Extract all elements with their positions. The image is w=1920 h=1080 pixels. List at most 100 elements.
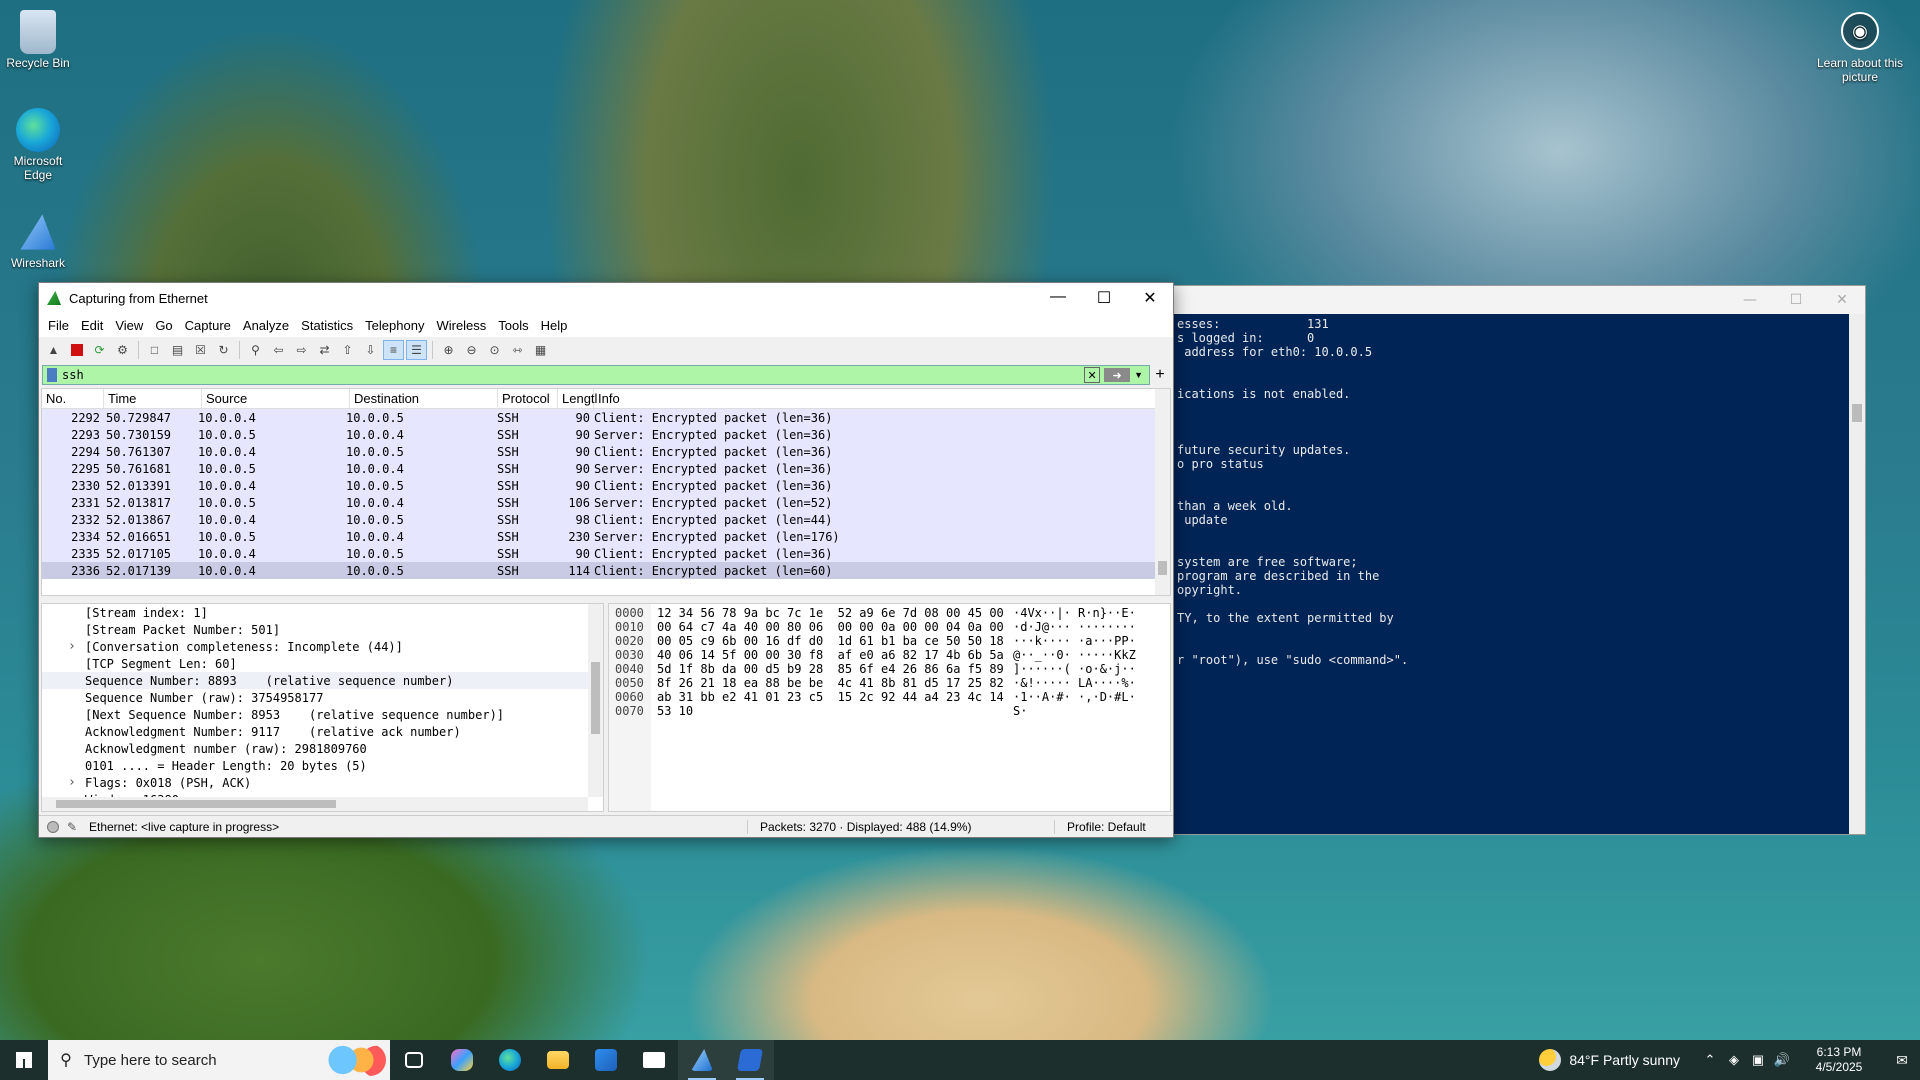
detail-row[interactable]: [Stream Packet Number: 501] [42, 621, 603, 638]
packet-row[interactable]: 2292 50.729847 10.0.0.4 10.0.0.5 SSH 90 Client… [42, 409, 1170, 426]
learn-about-picture[interactable]: ◉ Learn about this picture [1814, 12, 1906, 84]
find-packet-icon[interactable]: ⚲ [245, 340, 266, 360]
close-file-icon[interactable]: ☒ [190, 340, 211, 360]
shark-fin-start-icon[interactable]: ▲ [43, 340, 64, 360]
go-forward-icon[interactable]: ⇨ [291, 340, 312, 360]
maximize-icon[interactable]: ☐ [1081, 288, 1127, 308]
maximize-icon[interactable]: ☐ [1773, 292, 1819, 308]
chevron-down-icon[interactable]: ▼ [1134, 370, 1143, 380]
autoscroll-icon[interactable]: ≡ [383, 340, 404, 360]
bookmark-icon[interactable] [47, 368, 57, 382]
resize-columns-icon[interactable]: ⇿ [507, 340, 528, 360]
packet-list-scrollbar[interactable] [1155, 389, 1170, 595]
packet-bytes[interactable]: 0000 12 34 56 78 9a bc 7c 1e 52 a9 6e 7d … [608, 603, 1171, 812]
taskbar-search[interactable]: ⚲ Type here to search [48, 1040, 390, 1080]
wireshark-window[interactable]: Capturing from Ethernet — ☐ ✕ File Edit Vi… [38, 282, 1174, 838]
desktop-icon-wireshark[interactable]: Wireshark [4, 210, 72, 270]
minimize-icon[interactable]: — [1727, 292, 1773, 308]
column-header[interactable]: Protocol [498, 389, 558, 408]
meet-now-icon[interactable]: ◈ [1722, 1052, 1746, 1068]
display-filter-input[interactable]: ssh ✕ ➜ ▼ [42, 365, 1150, 385]
bytes-row[interactable]: 0020 00 05 c9 6b 00 16 df d0 1d 61 b1 ba … [609, 634, 1170, 648]
clock[interactable]: 6:13 PM 4/5/2025 [1800, 1045, 1878, 1075]
detail-row[interactable]: Acknowledgment number (raw): 2981809760 [42, 740, 603, 757]
column-header[interactable]: Info [594, 389, 1170, 408]
edit-comment-icon[interactable]: ✎ [67, 820, 81, 834]
taskbar-store[interactable] [582, 1040, 630, 1080]
close-icon[interactable]: ✕ [1127, 288, 1173, 308]
terminal-scrollbar[interactable] [1849, 314, 1865, 834]
bytes-row[interactable]: 0070 53 10 S· [609, 704, 1170, 718]
terminal-screen[interactable]: esses: 131 s logged in: 0 address for eth… [1161, 314, 1849, 834]
packet-list[interactable]: No. Time Source Destination Protocol Len… [41, 388, 1171, 596]
capture-options-icon[interactable]: ⚙ [112, 340, 133, 360]
packet-row[interactable]: 2293 50.730159 10.0.0.5 10.0.0.4 SSH 90 Server… [42, 426, 1170, 443]
detail-row[interactable]: [Conversation completeness: Incomplete (… [42, 638, 603, 655]
expert-info-icon[interactable] [47, 820, 59, 833]
detail-row[interactable]: Acknowledgment Number: 9117 (relative ac… [42, 723, 603, 740]
column-header[interactable]: Time [104, 389, 202, 408]
add-filter-button-icon[interactable]: + [1150, 366, 1170, 384]
zoom-out-icon[interactable]: ⊖ [461, 340, 482, 360]
go-to-packet-icon[interactable]: ⇄ [314, 340, 335, 360]
detail-row[interactable]: Flags: 0x018 (PSH, ACK) [42, 774, 603, 791]
details-scrollbar[interactable] [588, 604, 603, 797]
menu-item-statistics[interactable]: Statistics [295, 318, 359, 333]
column-header[interactable]: Destination [350, 389, 498, 408]
desktop-icon-edge[interactable]: Microsoft Edge [4, 108, 72, 182]
apply-filter-icon[interactable]: ➜ [1104, 368, 1131, 382]
detail-row[interactable]: [Stream index: 1] [42, 604, 603, 621]
bytes-row[interactable]: 0050 8f 26 21 18 ea 88 be be 4c 41 8b 81 … [609, 676, 1170, 690]
detail-row[interactable]: [TCP Segment Len: 60] [42, 655, 603, 672]
restart-capture-icon[interactable]: ⟳ [89, 340, 110, 360]
chevron-up-icon[interactable]: ⌃ [1698, 1052, 1722, 1068]
menu-item-go[interactable]: Go [149, 318, 178, 333]
packet-row[interactable]: 2294 50.761307 10.0.0.4 10.0.0.5 SSH 90 Client… [42, 443, 1170, 460]
bytes-row[interactable]: 0000 12 34 56 78 9a bc 7c 1e 52 a9 6e 7d … [609, 606, 1170, 620]
packet-row[interactable]: 2331 52.013817 10.0.0.5 10.0.0.4 SSH 106 Serve… [42, 494, 1170, 511]
packet-row[interactable]: 2335 52.017105 10.0.0.4 10.0.0.5 SSH 90 Client… [42, 545, 1170, 562]
clear-filter-icon[interactable]: ✕ [1084, 367, 1101, 383]
menu-item-capture[interactable]: Capture [179, 318, 237, 333]
taskbar-wireshark[interactable] [678, 1040, 726, 1080]
save-file-icon[interactable]: ▤ [167, 340, 188, 360]
status-profile[interactable]: Profile: Default [1054, 819, 1146, 834]
packet-details[interactable]: [Stream index: 1] [Stream Packet Number: … [41, 603, 604, 812]
go-back-icon[interactable]: ⇦ [268, 340, 289, 360]
detail-row[interactable]: Sequence Number (raw): 3754958177 [42, 689, 603, 706]
packet-row[interactable]: 2332 52.013867 10.0.0.4 10.0.0.5 SSH 98 Client… [42, 511, 1170, 528]
volume-icon[interactable]: 🔊 [1770, 1052, 1794, 1068]
reload-file-icon[interactable]: ↻ [213, 340, 234, 360]
start-button[interactable] [0, 1040, 48, 1080]
menu-item-telephony[interactable]: Telephony [359, 318, 430, 333]
open-file-icon[interactable]: □ [144, 340, 165, 360]
packet-row[interactable]: 2295 50.761681 10.0.0.5 10.0.0.4 SSH 90 Server… [42, 460, 1170, 477]
zoom-in-icon[interactable]: ⊕ [438, 340, 459, 360]
detail-row[interactable]: [Next Sequence Number: 8953 (relative se… [42, 706, 603, 723]
filter-text[interactable]: ssh [62, 368, 1084, 382]
menu-item-tools[interactable]: Tools [492, 318, 534, 333]
weather-widget[interactable]: 84°F Partly sunny [1539, 1049, 1680, 1071]
column-header[interactable]: Lengtl [558, 389, 597, 408]
packet-row[interactable]: 2336 52.017139 10.0.0.4 10.0.0.5 SSH 114 Clien… [42, 562, 1170, 579]
bytes-row[interactable]: 0030 40 06 14 5f 00 00 30 f8 af e0 a6 82 … [609, 648, 1170, 662]
packet-row[interactable]: 2334 52.016651 10.0.0.5 10.0.0.4 SSH 230 Serve… [42, 528, 1170, 545]
bytes-row[interactable]: 0010 00 64 c7 4a 40 00 80 06 00 00 0a 00 … [609, 620, 1170, 634]
menu-item-analyze[interactable]: Analyze [237, 318, 295, 333]
task-view-button[interactable] [390, 1040, 438, 1080]
network-icon[interactable]: ▣ [1746, 1052, 1770, 1068]
column-header[interactable]: No. [42, 389, 104, 408]
menu-item-view[interactable]: View [109, 318, 149, 333]
stop-capture-icon[interactable] [66, 340, 87, 360]
menu-item-file[interactable]: File [42, 318, 75, 333]
menu-item-help[interactable]: Help [535, 318, 574, 333]
terminal-window[interactable]: — ☐ ✕ esses: 131 s logged in: 0 address f… [1160, 285, 1866, 835]
desktop-icon-recycle-bin[interactable]: Recycle Bin [4, 10, 72, 70]
notifications-icon[interactable]: ✉ [1884, 1052, 1920, 1069]
detail-row[interactable]: Sequence Number: 8893 (relative sequence… [42, 672, 603, 689]
menu-item-wireless[interactable]: Wireless [430, 318, 492, 333]
colorize-icon[interactable]: ☰ [406, 340, 427, 360]
packet-row[interactable]: 2330 52.013391 10.0.0.4 10.0.0.5 SSH 90 Client… [42, 477, 1170, 494]
menu-item-edit[interactable]: Edit [75, 318, 109, 333]
taskbar-copilot[interactable] [438, 1040, 486, 1080]
